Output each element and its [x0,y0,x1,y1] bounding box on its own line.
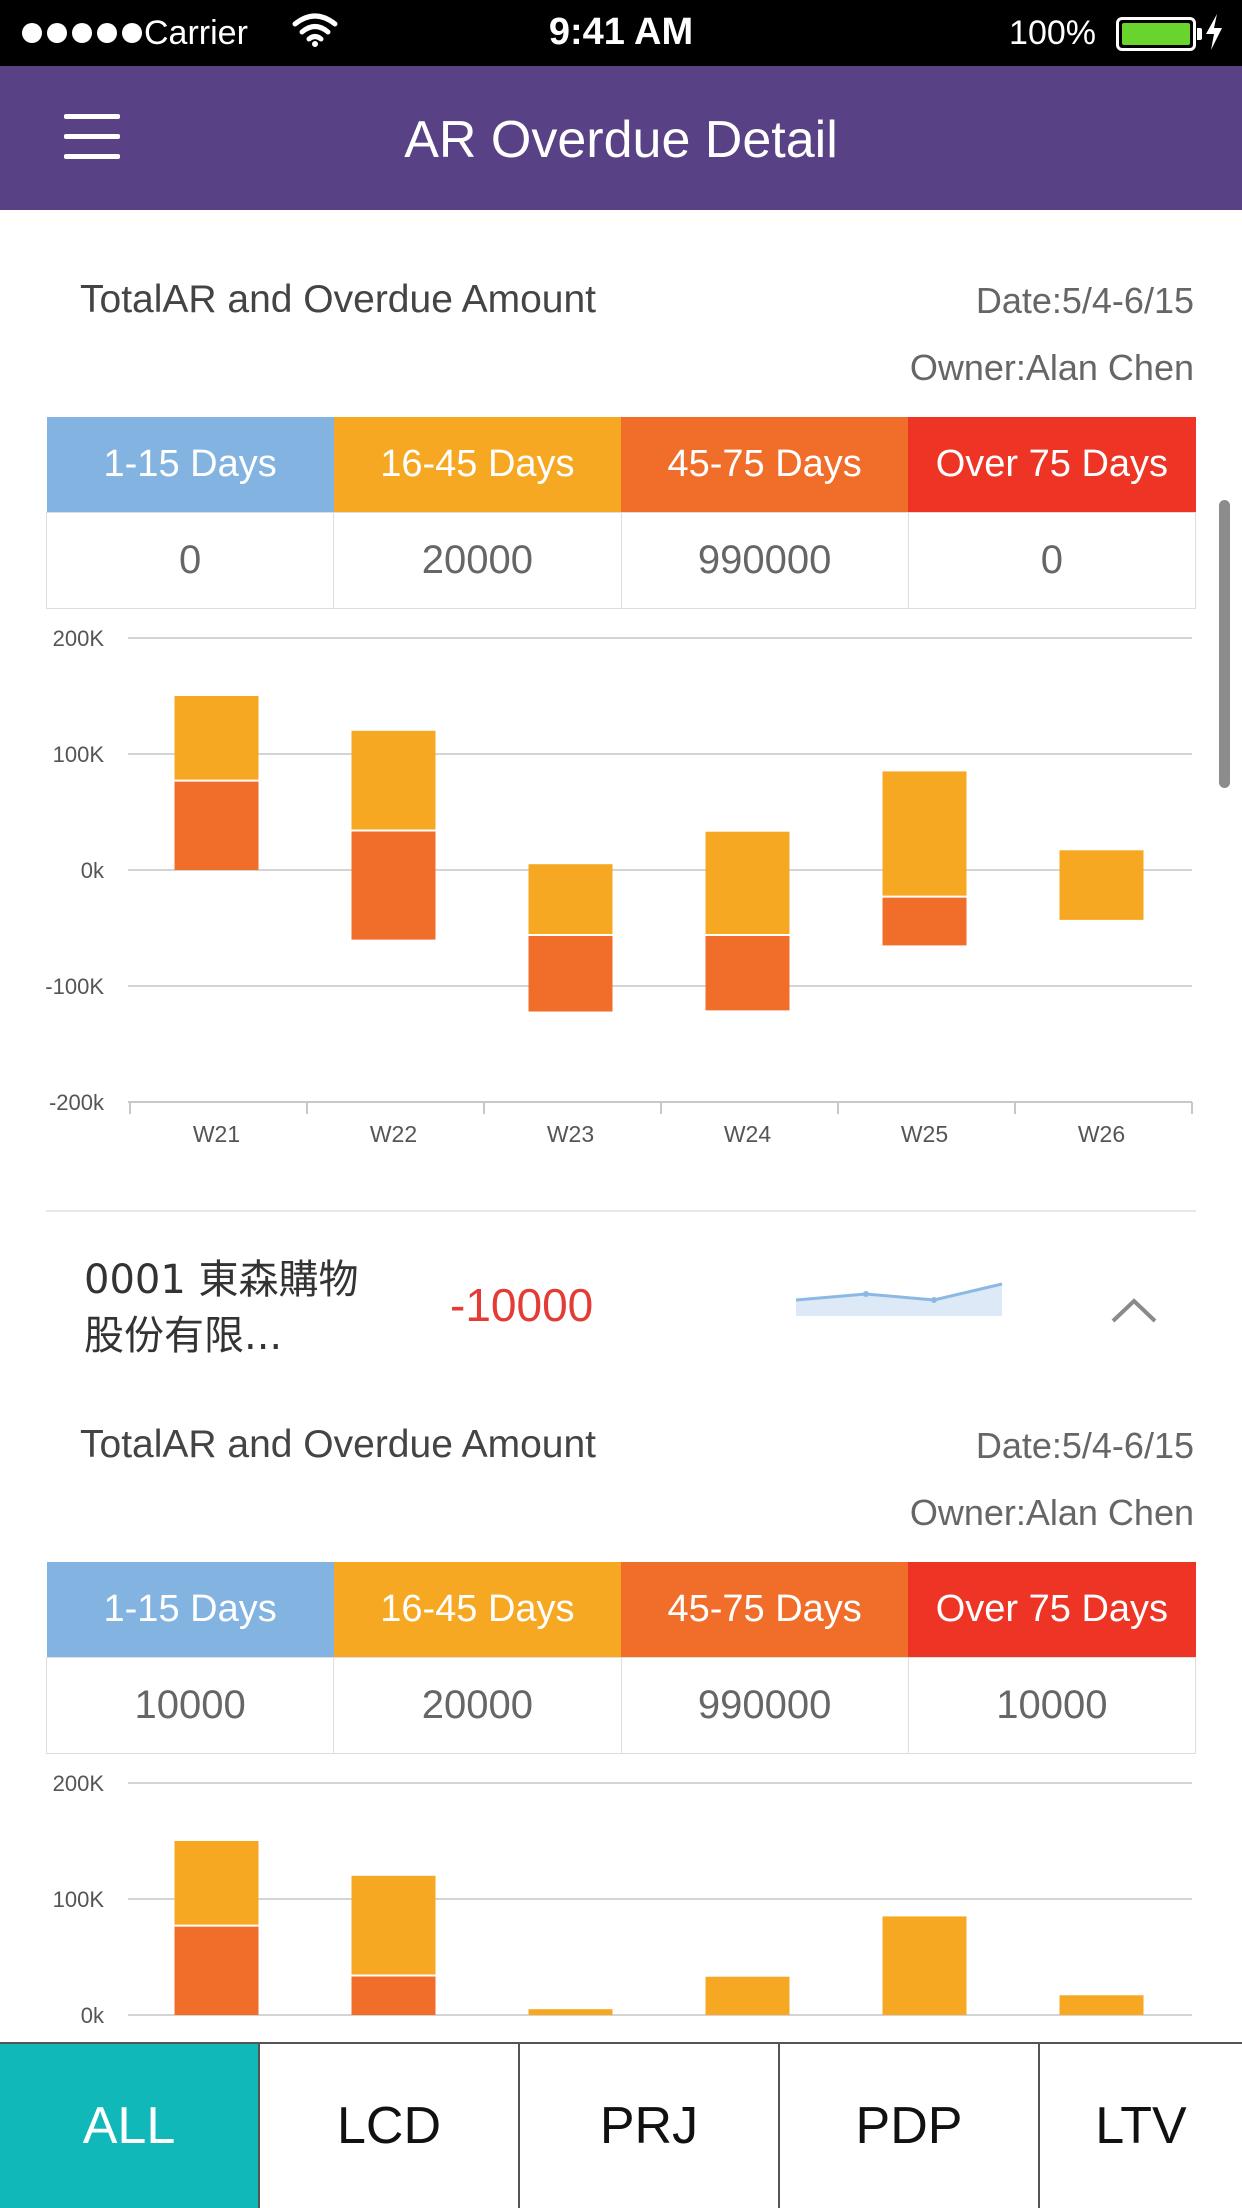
bar-segment [351,1975,436,2015]
status-bar: Carrier 9:41 AM 100% [0,0,1242,66]
sparkline-trend-icon [795,1282,1003,1316]
x-tick-label: W22 [370,1121,417,1147]
y-tick-label: -200k [49,1090,105,1115]
date-range: Date:5/4-6/15 [975,280,1194,321]
bar-segment [174,1925,259,2015]
bar-segment [705,1976,790,2015]
bar-segment [351,1875,436,1976]
bucket-value-45-75: 990000 [620,511,909,609]
weekly-ar-bar-chart-2: 200K 100K 0k [53,1775,1192,2028]
tab-prj[interactable]: PRJ [520,2044,780,2208]
bar-segment [705,831,790,935]
bar-segment [705,934,790,1011]
bucket-header-45-75: 45-75 Days [621,1562,909,1657]
y-tick-label: -100K [45,974,104,999]
bar-segment [882,771,967,897]
charging-bolt-icon [1206,14,1222,50]
bucket-value-45-75: 990000 [620,1656,909,1754]
y-tick-label: 0k [81,858,105,883]
bucket-value-over-75: 10000 [907,1656,1197,1754]
bucket-header-16-45: 16-45 Days [333,1562,621,1657]
date-range: Date:5/4-6/15 [975,1425,1194,1466]
bar-segment [174,1841,259,1926]
bucket-value-1-15: 0 [45,511,335,609]
bar-segment [1059,1995,1144,2015]
bar-segment [528,2009,613,2015]
x-tick-label: W21 [193,1121,240,1147]
bucket-header-45-75: 45-75 Days [621,417,909,512]
weekly-ar-bar-chart-1: 200K 100K 0k -100K -200k W21 W22 W23 W24 W25 W26 [45,630,1193,1147]
bar-segment [1059,850,1144,920]
y-tick-label: 100K [53,742,105,767]
tab-ltv[interactable]: LTV [1040,2044,1242,2208]
x-tick-label: W25 [901,1121,948,1147]
chevron-up-icon[interactable] [1110,1296,1158,1324]
customer-name: 0001 東森購物股份有限... [84,1257,359,1359]
page-title: AR Overdue Detail [404,111,838,169]
bucket-value-16-45: 20000 [333,1656,622,1754]
bar-segment [174,780,259,870]
customer-overdue-amount: -10000 [450,1279,594,1331]
bucket-value-over-75: 0 [907,511,1197,609]
section-title: TotalAR and Overdue Amount [80,1423,596,1466]
category-tab-bar: ALL LCD PRJ PDP LTV [0,2042,1242,2208]
scrollbar-thumb[interactable] [1219,500,1230,788]
tab-all[interactable]: ALL [0,2044,260,2208]
aging-bucket-table: 1-15 Days 16-45 Days 45-75 Days Over 75 … [45,417,1197,609]
x-tick-label: W24 [724,1121,772,1147]
section-title: TotalAR and Overdue Amount [80,278,596,321]
y-tick-label: 100K [53,1887,105,1912]
y-tick-label: 200K [53,1775,105,1796]
bar-segment [882,1916,967,2015]
bar-segment [882,896,967,946]
bucket-header-1-15: 1-15 Days [46,1562,334,1657]
x-tick-label: W26 [1078,1121,1125,1147]
battery-icon [1116,17,1202,51]
overdue-summary-section-1: TotalAR and Overdue Amount Date:5/4-6/15… [0,210,1242,1210]
bar-segment [351,730,436,831]
tab-pdp[interactable]: PDP [780,2044,1040,2208]
bucket-header-16-45: 16-45 Days [333,417,621,512]
x-tick-label: W23 [547,1121,594,1147]
owner-label: Owner:Alan Chen [909,347,1194,388]
overdue-summary-section-2: TotalAR and Overdue Amount Date:5/4-6/15… [0,1355,1242,2055]
owner-label: Owner:Alan Chen [909,1492,1194,1533]
bar-segment [351,830,436,940]
y-tick-label: 200K [53,630,105,651]
bar-segment [174,696,259,781]
tab-lcd[interactable]: LCD [260,2044,520,2208]
bucket-header-1-15: 1-15 Days [46,417,334,512]
row-divider [46,1210,1196,1212]
y-tick-label: 0k [81,2003,105,2028]
navigation-bar: AR Overdue Detail [0,66,1242,210]
bar-segment [528,864,613,935]
bucket-value-16-45: 20000 [333,511,622,609]
battery-percentage: 100% [1009,14,1096,52]
bucket-header-over-75: Over 75 Days [908,417,1196,512]
aging-bucket-table: 1-15 Days 16-45 Days 45-75 Days Over 75 … [45,1562,1197,1754]
bar-segment [528,934,613,1012]
bucket-value-1-15: 10000 [45,1656,335,1754]
customer-row[interactable]: 0001 東森購物股份有限... -10000 [0,1210,1242,1365]
bucket-header-over-75: Over 75 Days [908,1562,1196,1657]
